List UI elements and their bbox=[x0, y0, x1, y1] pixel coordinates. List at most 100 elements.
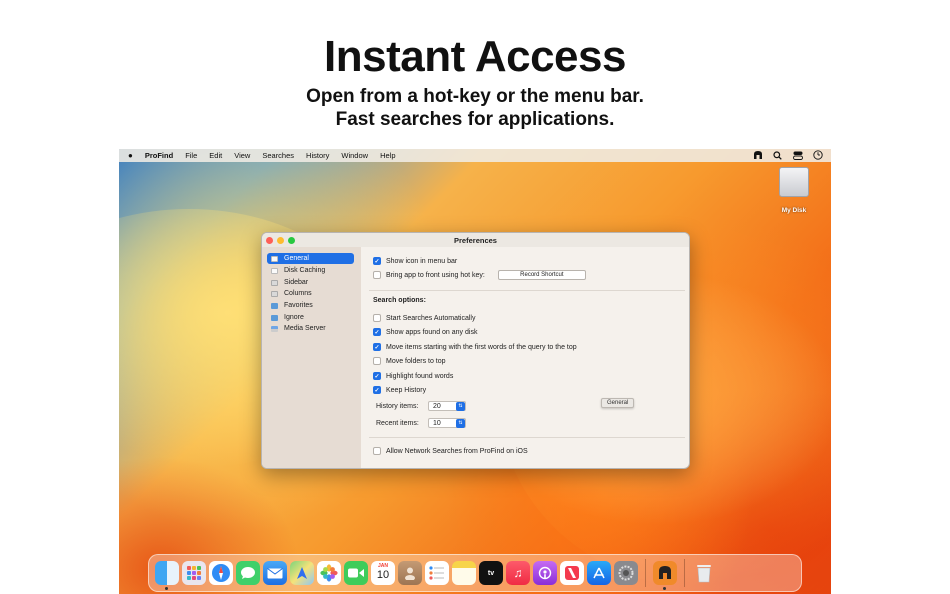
option-row[interactable]: ✓ Move items starting with the first wor… bbox=[373, 342, 577, 352]
news-icon[interactable] bbox=[560, 561, 584, 585]
history-items-row: History items: 20 ⇅ bbox=[376, 401, 466, 411]
profind-app-icon[interactable] bbox=[653, 561, 677, 590]
highlight-words-checkbox[interactable]: ✓ bbox=[373, 372, 381, 380]
option-label: Move items starting with the first words… bbox=[386, 343, 577, 351]
columns-icon bbox=[271, 290, 278, 297]
move-items-checkbox[interactable]: ✓ bbox=[373, 343, 381, 351]
network-row[interactable]: Allow Network Searches from ProFind on i… bbox=[373, 446, 528, 456]
recent-items-row: Recent items: 10 ⇅ bbox=[376, 418, 466, 428]
option-label: Start Searches Automatically bbox=[386, 314, 476, 322]
tooltip: General bbox=[601, 398, 635, 408]
network-searches-checkbox[interactable] bbox=[373, 447, 381, 455]
messages-icon[interactable] bbox=[236, 561, 260, 585]
page-headline: Instant Access bbox=[324, 32, 626, 81]
bring-front-checkbox[interactable] bbox=[373, 271, 381, 279]
menu-edit[interactable]: Edit bbox=[209, 151, 222, 160]
window-title: Preferences bbox=[454, 236, 497, 245]
media-server-icon bbox=[271, 325, 278, 332]
search-options-heading: Search options: bbox=[373, 297, 426, 304]
dock: JAN 10 tv ♫ bbox=[148, 554, 802, 592]
option-row[interactable]: Start Searches Automatically bbox=[373, 313, 476, 323]
show-icon-checkbox[interactable]: ✓ bbox=[373, 257, 381, 265]
recent-items-value[interactable]: 10 bbox=[433, 420, 441, 427]
history-items-stepper[interactable]: 20 ⇅ bbox=[428, 401, 466, 411]
sidebar-item-ignore[interactable]: Ignore bbox=[267, 312, 354, 323]
stepper-arrows-icon[interactable]: ⇅ bbox=[456, 419, 465, 428]
maps-icon[interactable] bbox=[290, 561, 314, 585]
record-shortcut-button[interactable]: Record Shortcut bbox=[497, 270, 586, 280]
safari-icon[interactable] bbox=[209, 561, 233, 585]
sidebar-item-media-server[interactable]: Media Server bbox=[267, 323, 354, 334]
contacts-icon[interactable] bbox=[398, 561, 422, 585]
option-row[interactable]: Move folders to top bbox=[373, 356, 446, 366]
stepper-arrows-icon[interactable]: ⇅ bbox=[456, 402, 465, 411]
calendar-icon[interactable]: JAN 10 bbox=[371, 561, 395, 585]
option-row[interactable]: ✓ Highlight found words bbox=[373, 371, 453, 381]
sidebar-item-label: Disk Caching bbox=[284, 267, 326, 274]
apple-menu-icon[interactable]: ● bbox=[128, 151, 133, 160]
dock-divider bbox=[684, 559, 685, 587]
podcasts-icon[interactable] bbox=[533, 561, 557, 585]
music-icon[interactable]: ♫ bbox=[506, 561, 530, 585]
system-settings-icon[interactable] bbox=[614, 561, 638, 585]
launchpad-icon[interactable] bbox=[182, 561, 206, 585]
menu-window[interactable]: Window bbox=[341, 151, 368, 160]
divider bbox=[369, 437, 685, 438]
sidebar-icon bbox=[271, 279, 278, 286]
network-searches-label: Allow Network Searches from ProFind on i… bbox=[386, 447, 528, 455]
sidebar-item-general[interactable]: General bbox=[267, 253, 354, 264]
control-center-icon[interactable] bbox=[792, 150, 803, 160]
ignore-folder-icon bbox=[271, 314, 278, 321]
history-items-label: History items: bbox=[376, 402, 419, 410]
sidebar-item-columns[interactable]: Columns bbox=[267, 288, 354, 299]
apple-tv-label: tv bbox=[487, 569, 495, 577]
menu-bar: ● ProFind File Edit View Searches Histor… bbox=[119, 149, 831, 162]
menu-searches[interactable]: Searches bbox=[262, 151, 294, 160]
clock-icon[interactable] bbox=[812, 150, 823, 160]
menu-file[interactable]: File bbox=[185, 151, 197, 160]
disk-caching-icon bbox=[271, 267, 278, 274]
history-items-value[interactable]: 20 bbox=[433, 403, 441, 410]
desktop-disk-label[interactable]: My Disk bbox=[764, 207, 824, 214]
option-label: Move folders to top bbox=[386, 357, 446, 365]
apple-tv-icon[interactable]: tv bbox=[479, 561, 503, 585]
option-row[interactable]: ✓ Show apps found on any disk bbox=[373, 327, 477, 337]
option-label: Show apps found on any disk bbox=[386, 328, 478, 336]
app-store-icon[interactable] bbox=[587, 561, 611, 585]
calendar-day: 10 bbox=[376, 569, 390, 581]
sidebar-item-disk-caching[interactable]: Disk Caching bbox=[267, 265, 354, 276]
menu-help[interactable]: Help bbox=[380, 151, 395, 160]
favorites-folder-icon bbox=[271, 302, 278, 309]
start-searches-checkbox[interactable] bbox=[373, 314, 381, 322]
menu-history[interactable]: History bbox=[306, 151, 329, 160]
keep-history-checkbox[interactable]: ✓ bbox=[373, 386, 381, 394]
menu-app-name[interactable]: ProFind bbox=[145, 151, 173, 160]
facetime-icon[interactable] bbox=[344, 561, 368, 585]
mail-icon[interactable] bbox=[263, 561, 287, 585]
photos-icon[interactable] bbox=[317, 561, 341, 585]
mac-desktop-screen: ● ProFind File Edit View Searches Histor… bbox=[119, 149, 831, 594]
recent-items-stepper[interactable]: 10 ⇅ bbox=[428, 418, 466, 428]
menu-view[interactable]: View bbox=[234, 151, 250, 160]
sidebar-item-label: Sidebar bbox=[284, 279, 309, 286]
desktop-disk-icon[interactable] bbox=[779, 167, 809, 200]
move-folders-checkbox[interactable] bbox=[373, 357, 381, 365]
trash-icon[interactable] bbox=[692, 561, 716, 585]
spotlight-search-icon[interactable] bbox=[772, 150, 783, 160]
option-label: Keep History bbox=[386, 386, 427, 394]
sidebar-item-favorites[interactable]: Favorites bbox=[267, 300, 354, 311]
finder-icon[interactable] bbox=[155, 561, 179, 590]
show-icon-row[interactable]: ✓ Show icon in menu bar bbox=[373, 256, 457, 266]
option-row[interactable]: ✓ Keep History bbox=[373, 385, 426, 395]
profind-status-icon[interactable] bbox=[752, 150, 763, 160]
show-icon-label: Show icon in menu bar bbox=[386, 257, 458, 265]
window-titlebar[interactable]: Preferences bbox=[262, 233, 689, 247]
reminders-icon[interactable] bbox=[425, 561, 449, 585]
bring-front-row[interactable]: Bring app to front using hot key: Record… bbox=[373, 270, 586, 280]
sidebar-item-label: Favorites bbox=[284, 302, 313, 309]
sidebar-item-sidebar[interactable]: Sidebar bbox=[267, 277, 354, 288]
option-label: Highlight found words bbox=[386, 372, 454, 380]
notes-icon[interactable] bbox=[452, 561, 476, 585]
preferences-sidebar: General Disk Caching Sidebar Columns Fav… bbox=[262, 247, 361, 468]
show-apps-checkbox[interactable]: ✓ bbox=[373, 328, 381, 336]
